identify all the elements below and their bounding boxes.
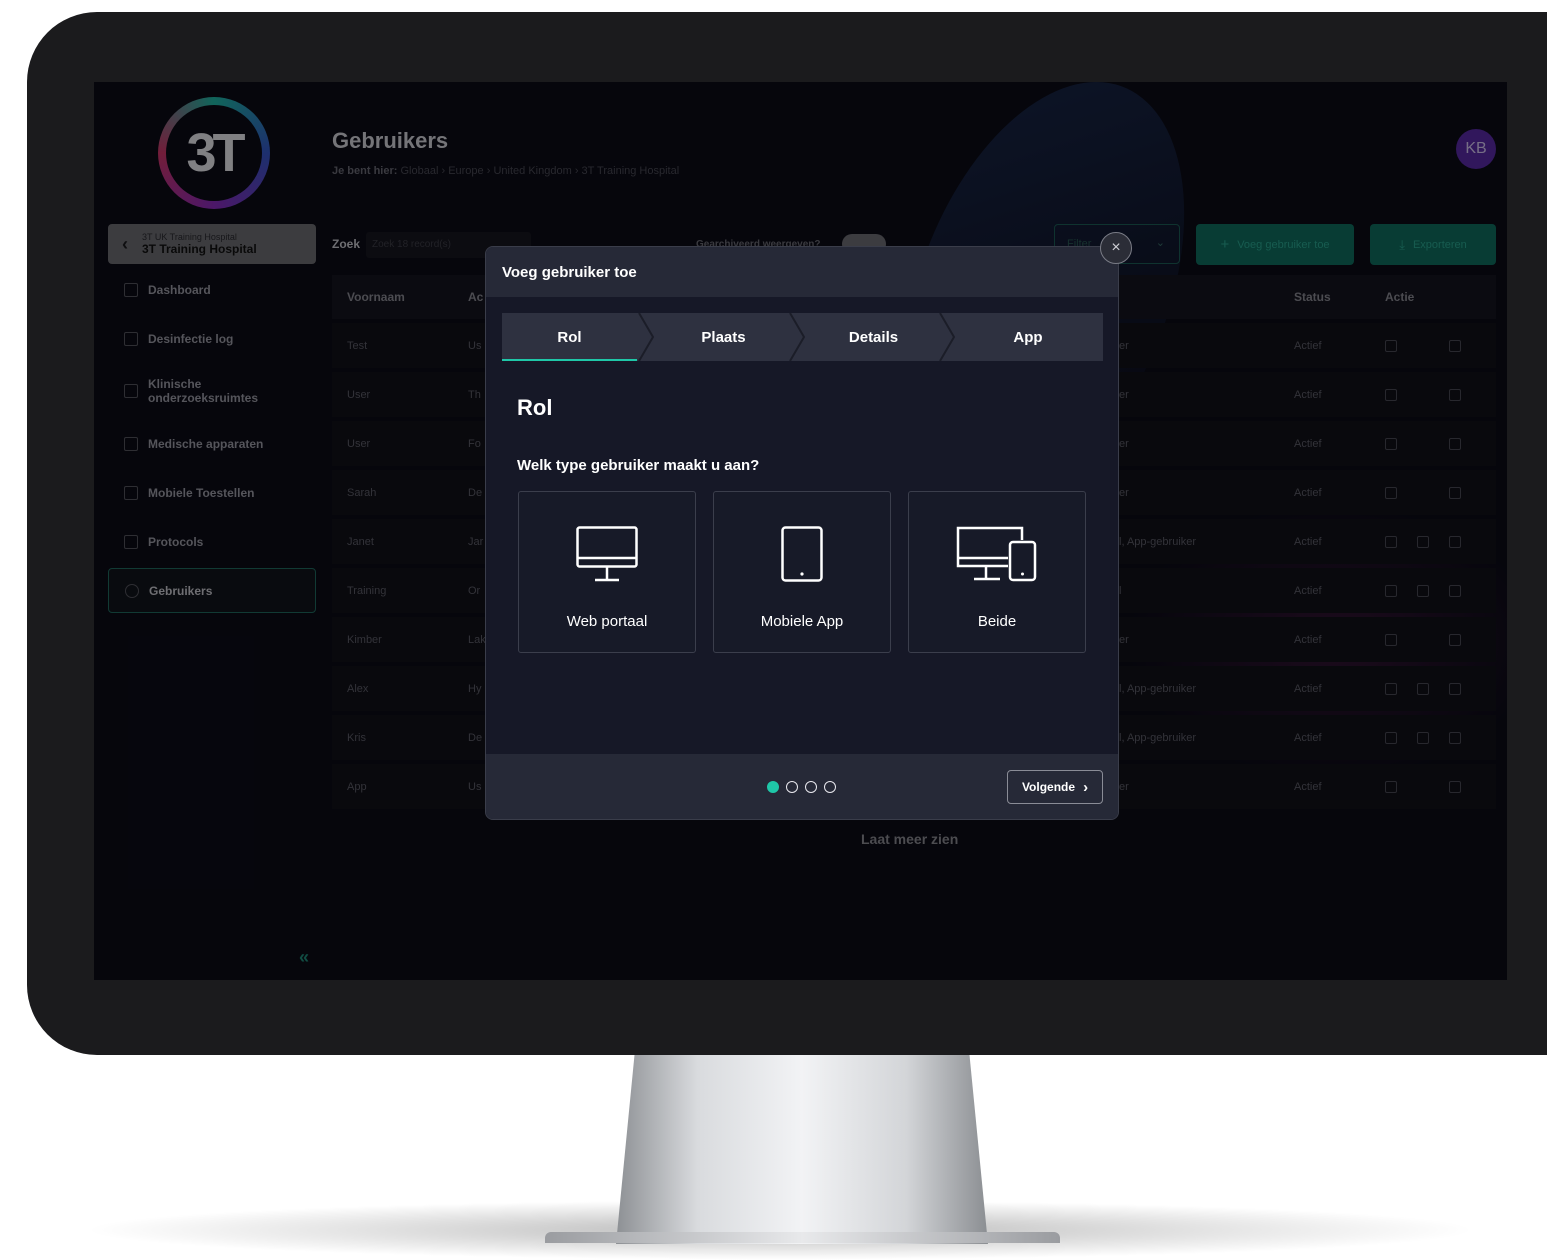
modal-title: Voeg gebruiker toe [486,247,1118,297]
add-user-modal: Voeg gebruiker toe Rol Plaats Details Ap… [485,246,1119,820]
next-button[interactable]: Volgende › [1007,770,1103,804]
chevron-right-icon: › [1083,778,1089,796]
step-app[interactable]: App [954,313,1102,361]
pager-dot[interactable] [805,781,817,793]
monitor-foot [545,1232,1060,1243]
option-web-portal[interactable]: Web portaal [518,491,696,653]
step-place[interactable]: Plaats [652,313,795,361]
monitor-icon [576,526,638,582]
next-label: Volgende [1021,780,1076,794]
wizard-steps: Rol Plaats Details App [502,313,1103,361]
step-role[interactable]: Rol [502,313,637,361]
screen: 3T ‹ 3T UK Training Hospital 3T Training… [94,82,1507,980]
option-both[interactable]: Beide [908,491,1086,653]
option-label: Mobiele App [760,613,844,630]
option-mobile-app[interactable]: Mobiele App [713,491,891,653]
devices-icon [956,526,1037,582]
tablet-icon [781,526,823,582]
step-details[interactable]: Details [802,313,945,361]
pager-dot[interactable] [824,781,836,793]
modal-footer: Volgende › [486,754,1118,819]
option-label: Web portaal [566,613,648,630]
option-label: Beide [977,613,1017,630]
pager-dot[interactable] [767,781,779,793]
section-title: Rol [517,395,553,420]
monitor-stand [616,1054,988,1244]
role-question: Welk type gebruiker maakt u aan? [517,457,760,474]
pager-dots [767,781,836,793]
pager-dot[interactable] [786,781,798,793]
close-icon: × [1111,239,1121,256]
close-modal-button[interactable]: × [1100,232,1132,264]
active-step-indicator [502,359,637,361]
